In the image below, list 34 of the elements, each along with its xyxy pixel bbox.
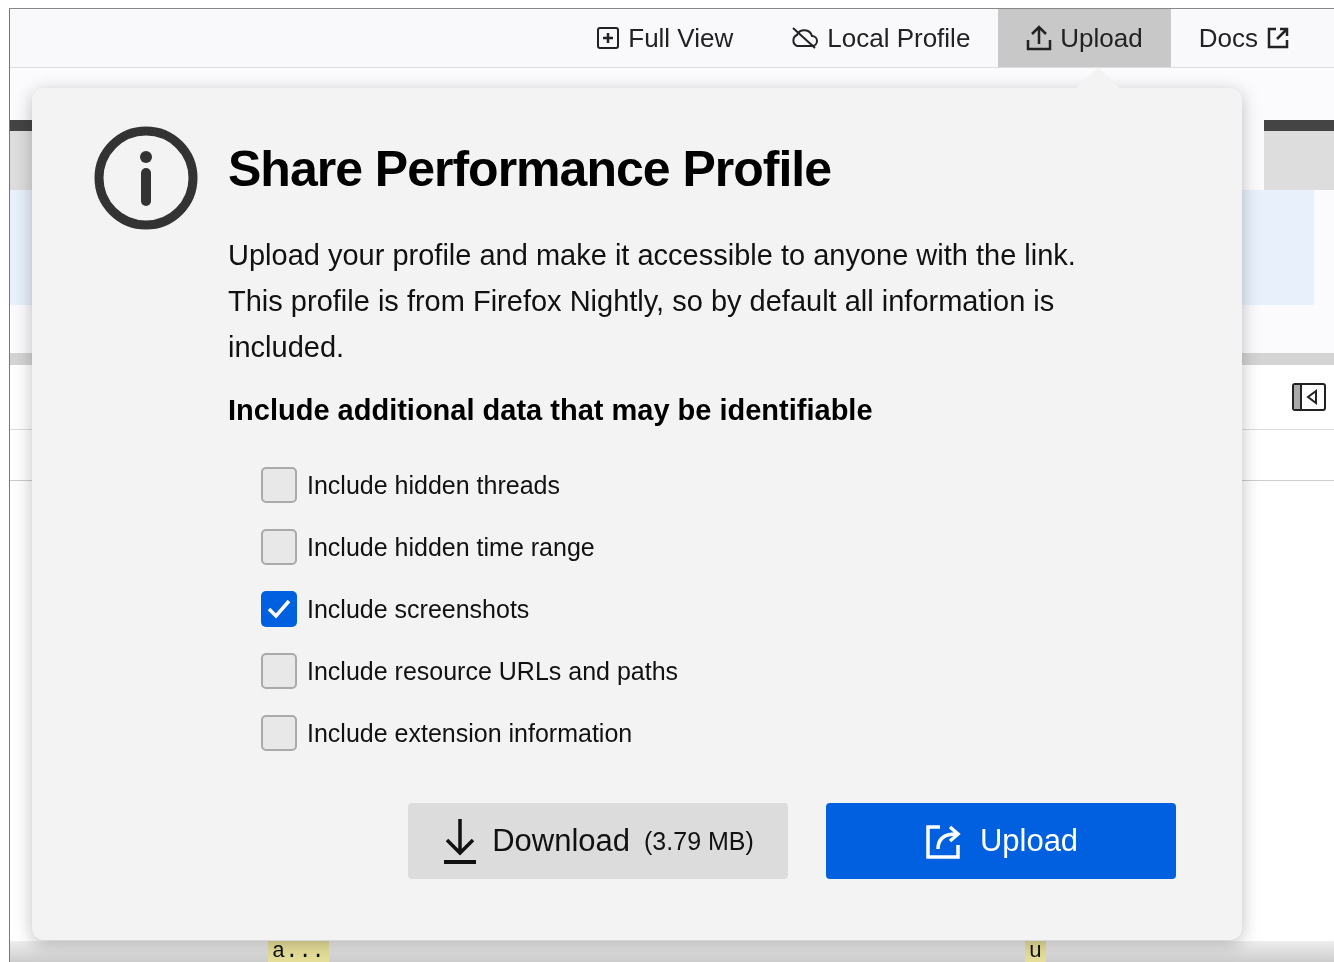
toolbar-button[interactable]: Upload (998, 9, 1171, 67)
option-label: Include extension information (307, 718, 633, 748)
dialog-description: Upload your profile and make it accessible to anyone with the link. This profile is from Firefox Nightly, so by default all information is included. (228, 238, 1077, 365)
call-tree-cell: u (1024, 941, 1046, 962)
checkmark-icon (266, 598, 292, 620)
option-label: Include resource URLs and paths (307, 656, 679, 686)
splitter[interactable] (10, 353, 32, 365)
screenshot-placeholder (10, 120, 34, 190)
cloud-off-icon (789, 26, 820, 50)
file-size: (3.79 MB) (644, 826, 754, 856)
section-heading: Include additional data that may be identifiable (228, 394, 873, 427)
option-label: Include hidden time range (307, 532, 595, 562)
option-label: Include hidden threads (307, 470, 560, 500)
toolbar-button[interactable]: Full View (568, 9, 762, 67)
sidebar-toggle-icon[interactable] (1292, 383, 1326, 411)
option-label: Include screenshots (307, 594, 530, 624)
checkbox[interactable] (261, 529, 297, 565)
download-icon (442, 817, 479, 865)
checkbox[interactable] (261, 715, 297, 751)
toolbar-button[interactable]: Docs (1170, 9, 1318, 67)
upload-button[interactable]: Upload (826, 803, 1176, 879)
toolbar-button[interactable]: Local Profile (761, 9, 999, 67)
download-button[interactable]: Download (3.79 MB) (408, 803, 788, 879)
checkbox[interactable] (261, 653, 297, 689)
splitter[interactable] (1242, 353, 1334, 365)
plus-square-icon (596, 26, 621, 50)
info-icon (94, 126, 198, 230)
call-tree-cell: a... (268, 941, 329, 962)
dialog-title: Share Performance Profile (228, 140, 833, 198)
upload-icon (1026, 24, 1053, 52)
checkbox[interactable] (261, 591, 297, 627)
screenshot-placeholder (1264, 120, 1334, 190)
external-link-icon (1266, 26, 1290, 50)
checkbox[interactable] (261, 467, 297, 503)
